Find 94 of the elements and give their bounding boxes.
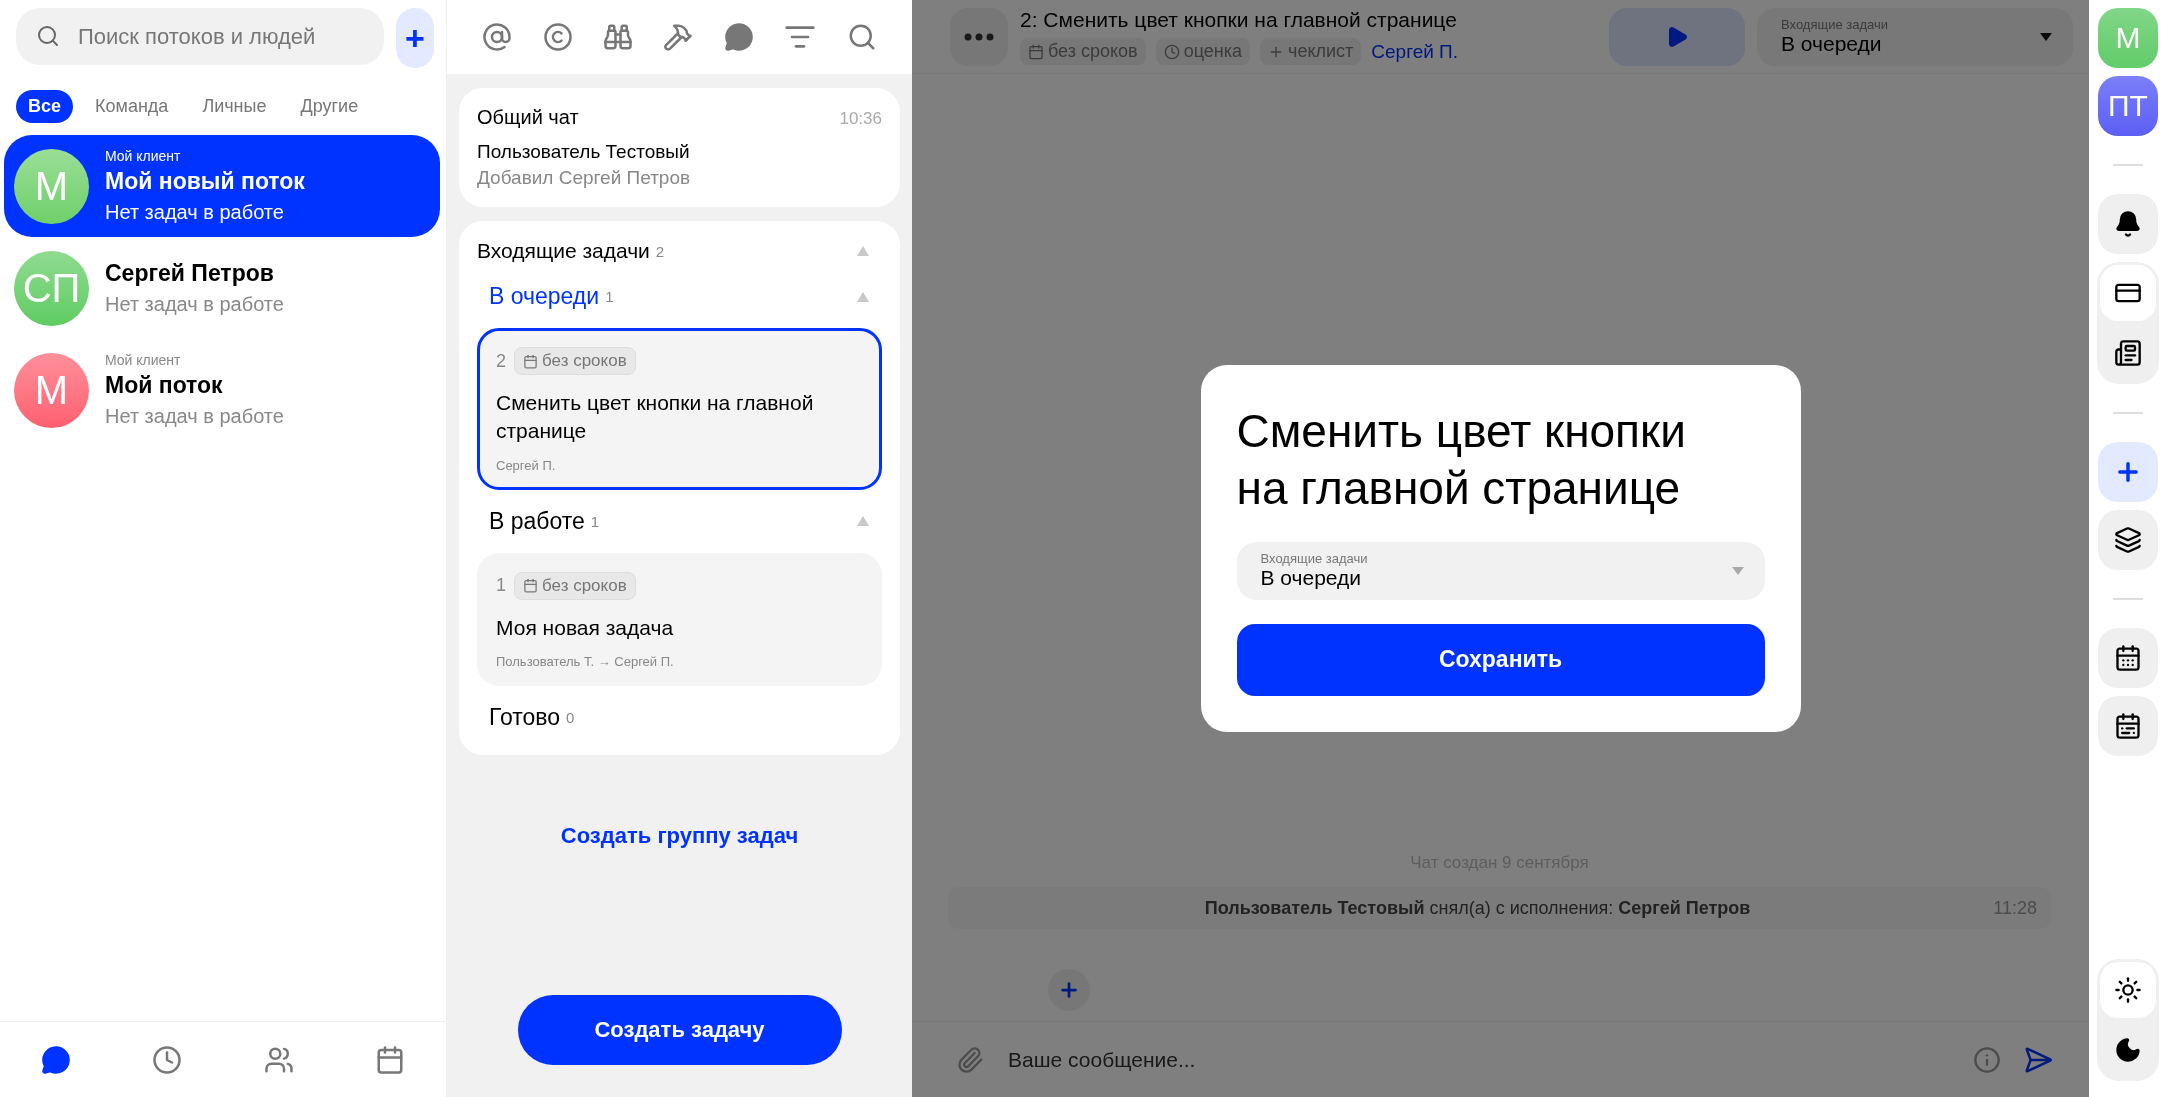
moon-icon: [2114, 1036, 2142, 1064]
deadline-chip: без сроков: [514, 571, 636, 600]
deadline-chip: без сроков: [514, 347, 636, 375]
document-icon: [2114, 339, 2142, 367]
task-card[interactable]: 2 без сроков Сменить цвет кнопки на главной странице Сергей П.: [477, 328, 882, 490]
stream-tag: Мой клиент: [105, 148, 305, 164]
paperclip-icon: [956, 1045, 984, 1074]
assignee-link[interactable]: Сергей П.: [1371, 40, 1459, 63]
chat-bubble-icon: [723, 22, 754, 52]
stream-item[interactable]: СП Сергей Петров Нет задач в работе: [4, 237, 440, 339]
section-title[interactable]: Готово: [489, 704, 561, 732]
task-heading: 2: Сменить цвет кнопки на главной странице: [1020, 8, 1458, 32]
save-button[interactable]: Сохранить: [1236, 623, 1765, 696]
more-icon: [964, 32, 994, 41]
dropdown-icon: [1730, 565, 1745, 576]
stream-status: Нет задач в работе: [105, 293, 284, 316]
bell-icon: [2114, 210, 2142, 238]
filter-tab[interactable]: Все: [16, 90, 74, 123]
task-card[interactable]: 1 без сроков Моя новая задача Пользователь Т. → Сергей П.: [477, 552, 882, 687]
task-title: Моя новая задача: [496, 614, 675, 641]
calendar-icon: [523, 578, 538, 594]
chat-card[interactable]: Общий чат 10:36 Пользователь Тестовый Добавил Сергей Петров: [459, 88, 900, 207]
dialog-title: Сменить цвет кнопки на главной странице: [1236, 404, 1687, 516]
section-count: 0: [566, 709, 575, 727]
calendar-icon: [523, 353, 538, 369]
filter-tab[interactable]: Другие: [288, 90, 371, 123]
chat-line: Добавил Сергей Петров: [477, 167, 692, 189]
theme-button[interactable]: [2100, 962, 2156, 1018]
event-text: Пользователь Тестовый снял(а) с исполнения: Сергей Петров: [1203, 897, 1752, 919]
notifications-button[interactable]: [2098, 194, 2158, 254]
calendar-icon: [375, 1044, 406, 1075]
task-number: 2: [496, 350, 506, 372]
more-button[interactable]: [950, 7, 1008, 66]
play-button[interactable]: [1609, 7, 1745, 66]
status-select[interactable]: Входящие задачи В очереди: [1757, 7, 2073, 66]
clock-icon: [152, 1044, 183, 1075]
filter-tab[interactable]: Личные: [190, 90, 279, 123]
task-people: Пользователь Т. → Сергей П.: [496, 654, 675, 670]
calendar-icon: [2114, 712, 2142, 740]
chat-time: 10:36: [839, 109, 882, 129]
add-button[interactable]: [1048, 969, 1090, 1011]
view-button[interactable]: [2100, 265, 2156, 321]
attach-button[interactable]: [956, 1045, 984, 1074]
workspace-avatar[interactable]: ПТ: [2098, 76, 2158, 136]
layers-icon: [2114, 526, 2142, 554]
task-title: Сменить цвет кнопки на главной странице: [496, 390, 815, 445]
schedule-button[interactable]: [2098, 696, 2158, 756]
copyright-icon: [542, 22, 573, 52]
group-title: Входящие задачи: [477, 239, 650, 263]
clock-icon: [1163, 43, 1180, 60]
stream-tag: Мой клиент: [105, 352, 284, 368]
avatar: М: [14, 148, 89, 224]
create-task-button[interactable]: Создать задачу: [517, 995, 842, 1065]
calendar-icon: [2114, 644, 2142, 672]
stream-status: Нет задач в работе: [105, 201, 285, 224]
stream-status: Нет задач в работе: [105, 405, 284, 428]
binoculars-icon: [603, 22, 634, 52]
message-field[interactable]: Ваше сообщение...: [1006, 1046, 1951, 1073]
send-button[interactable]: [2023, 1044, 2053, 1075]
chat-line: Пользователь Тестовый: [477, 141, 691, 163]
sun-icon: [2114, 976, 2142, 1004]
plus-icon: [1058, 979, 1080, 1001]
stream-item[interactable]: М Мой клиент Мой новый поток Нет задач в работе: [4, 135, 440, 237]
task-number: 1: [496, 575, 506, 597]
layers-button[interactable]: [2098, 510, 2158, 570]
search-icon: [36, 24, 60, 48]
add-button[interactable]: [2098, 442, 2158, 502]
status-select[interactable]: Входящие задачи В очереди: [1236, 541, 1765, 600]
add-button[interactable]: +: [396, 8, 434, 68]
avatar: М: [14, 352, 89, 428]
avatar: СП: [14, 250, 89, 326]
stream-item[interactable]: М Мой клиент Мой поток Нет задач в работе: [4, 339, 440, 441]
section-title[interactable]: В очереди: [489, 283, 600, 310]
chat-bubble-icon: [40, 1044, 71, 1075]
chat-title: Общий чат: [477, 106, 579, 129]
at-icon: [482, 22, 513, 52]
dropdown-icon: [2039, 31, 2053, 42]
section-count: 1: [590, 512, 600, 530]
info-icon: [1973, 1045, 2001, 1074]
calendar-icon: [1028, 43, 1044, 60]
section-title[interactable]: В работе: [489, 507, 585, 535]
calendar-button[interactable]: [2098, 628, 2158, 688]
info-button[interactable]: [1973, 1045, 2001, 1074]
stream-name: Мой новый поток: [105, 168, 305, 195]
filter-tab[interactable]: Команда: [83, 90, 181, 123]
task-people: Сергей П.: [496, 457, 557, 473]
send-icon: [2023, 1044, 2053, 1075]
create-group-link[interactable]: Создать группу задач: [560, 823, 799, 850]
hammer-icon: [663, 22, 694, 52]
search-field[interactable]: Поиск потоков и людей: [16, 8, 384, 65]
stream-name: Сергей Петров: [105, 260, 275, 287]
section-count: 1: [605, 288, 614, 305]
stream-name: Мой поток: [105, 372, 224, 399]
group-count: 2: [655, 242, 665, 260]
